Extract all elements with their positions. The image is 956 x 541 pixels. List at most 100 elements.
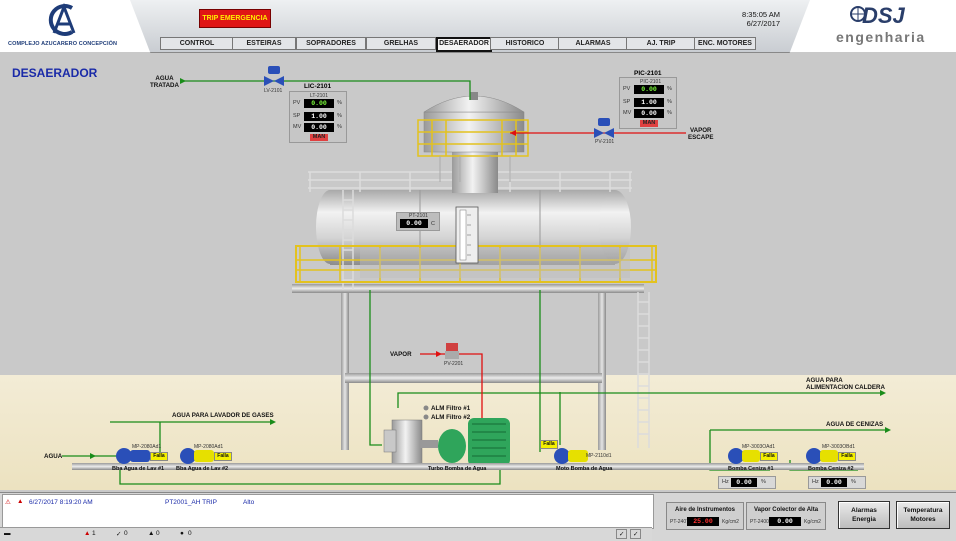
aire-title: Aire de Instrumentos — [674, 507, 735, 513]
alarm-row[interactable]: ⚠ ▲ 6/27/2017 8:19:20 AM PT2001_AH TRIP … — [3, 498, 653, 508]
falla-badge: Falla — [760, 452, 778, 461]
alarmas-energia-button[interactable]: Alarmas Energia — [838, 501, 890, 529]
process-diagram — [62, 66, 891, 485]
vapor-colector-box: Vapor Colector de Alta PT-2400 0.00 Kg/c… — [746, 502, 826, 530]
tab-grelhas[interactable]: GRELHAS — [366, 37, 436, 50]
clock-time: 8:35:05 AM — [742, 10, 780, 19]
tab-esteiras[interactable]: ESTEIRAS — [232, 37, 296, 50]
tag-mp2080b: MP-2080Ad1 — [194, 444, 224, 450]
ceniza1-value: 0.00 — [731, 478, 757, 487]
tank-temp-display: PT-2101 0.00 C — [396, 212, 440, 231]
ack-all-icon[interactable]: ✓ — [630, 529, 642, 539]
complejo-logo-text: COMPLEJO AZUCARERO CONCEPCIÓN — [8, 41, 118, 47]
status-flag-icon: ▲ — [148, 530, 155, 537]
ceniza1-readout: Hz 0.00 % — [718, 476, 776, 489]
label-bomba-ceniza2: Bomba Ceniza #2 — [808, 466, 854, 472]
status-count-3: 0 — [156, 530, 160, 537]
status-bar: ▬ ▲ 1 ✓ 0 ▲ 0 ● 0 ✓ ✓ — [0, 527, 652, 541]
header-bar: COMPLEJO AZUCARERO CONCEPCIÓN TRIP EMERG… — [0, 0, 956, 53]
aire-value: 25.00 — [687, 517, 719, 526]
clock: 8:35:05 AM 6/27/2017 — [710, 10, 780, 28]
platform-base — [292, 284, 644, 293]
tag-pv2101: PV-2101 — [595, 139, 615, 145]
dsj-subtitle: engenharia — [836, 29, 926, 45]
pic-mode-button[interactable]: MAN — [640, 120, 658, 127]
pic-pv: 0.00 — [634, 85, 664, 94]
falla-badge: Falla — [540, 440, 558, 449]
tank-temp-value: 0.00 — [400, 219, 428, 228]
tab-control[interactable]: CONTROL — [160, 37, 234, 50]
dsj-logo: DSJ engenharia — [828, 3, 948, 47]
ack-check-icon[interactable]: ✓ — [616, 529, 628, 539]
falla-badge: Falla — [150, 452, 168, 461]
deaerator-column — [452, 148, 498, 193]
tag-mp2080: MP-2080Ad1 — [132, 444, 162, 450]
falla-badge: Falla — [838, 452, 856, 461]
falla-badge: Falla — [214, 452, 232, 461]
lic-pv: 0.00 — [304, 99, 334, 108]
pump-lav2[interactable] — [180, 448, 214, 464]
pic-mv[interactable]: 0.00 — [634, 109, 664, 118]
label-alm-filtro1: ALM Filtro #1 — [431, 405, 471, 412]
label-agua-cenizas: AGUA DE CENIZAS — [826, 421, 884, 428]
pump-ceniza2[interactable] — [806, 448, 838, 464]
label-turbo-bomba: Turbo Bomba de Agua — [428, 466, 487, 472]
pump-lav1[interactable] — [116, 448, 150, 464]
valve-pv2201[interactable] — [445, 343, 459, 359]
pic-sp[interactable]: 1.00 — [634, 98, 664, 107]
status-count-2: 0 — [124, 530, 128, 537]
pump-moto[interactable] — [554, 448, 588, 464]
status-icon: ▬ — [4, 530, 11, 537]
status-count-1: 1 — [92, 530, 96, 537]
status-circle-icon: ● — [180, 530, 184, 537]
tab-enc-motores[interactable]: ENC. MOTORES — [694, 37, 756, 50]
tab-historico[interactable]: HISTORICO — [490, 37, 560, 50]
label-agua-tratada: AGUA TRATADA — [150, 75, 179, 89]
status-ack-icon: ✓ — [116, 531, 122, 538]
ca-logo-icon — [48, 3, 76, 36]
label-agua-lavador: AGUA PARA LAVADOR DE GASES — [172, 412, 274, 419]
status-count-4: 0 — [188, 530, 192, 537]
bell-icon: ▲ — [17, 498, 24, 505]
warning-icon: ⚠ — [5, 499, 11, 506]
status-alarm-icon: ▲ — [84, 530, 91, 537]
temperatura-motores-button[interactable]: Temperatura Motores — [896, 501, 950, 529]
pic-title: PIC-2101 — [634, 70, 662, 77]
pump-ceniza1[interactable] — [728, 448, 760, 464]
alarm-tag: PT2001_AH TRIP — [165, 499, 217, 506]
tab-sopradores[interactable]: SOPRADORES — [296, 37, 366, 50]
label-vapor-escape: VAPOR ESCAPE — [688, 127, 714, 141]
label-moto-bomba: Moto Bomba de Agua — [556, 466, 613, 472]
label-bomba-lav1: Bba Agua de Lav #1 — [112, 466, 165, 472]
pic-panel[interactable]: PIC-2101 PV 0.00 % SP 1.00 % MV 0.00 % M… — [619, 77, 677, 129]
tab-aj-trip[interactable]: AJ. TRIP — [626, 37, 696, 50]
ceniza2-value: 0.00 — [821, 478, 847, 487]
label-bomba-ceniza1: Bomba Ceniza #1 — [728, 466, 774, 472]
tab-desaerador[interactable]: DESAERADOR — [436, 37, 492, 52]
label-agua: AGUA — [44, 453, 63, 460]
lic-mode-button[interactable]: MAN — [310, 134, 328, 141]
tag-lv2101: LV-2101 — [264, 88, 283, 94]
tag-mp2110: MP-2110d1 — [586, 453, 612, 459]
lic-panel[interactable]: LT-2101 PV 0.00 % SP 1.00 % MV 0.00 % MA… — [289, 91, 347, 143]
lic-mv[interactable]: 0.00 — [304, 123, 334, 132]
lic-sp[interactable]: 1.00 — [304, 112, 334, 121]
clock-date: 6/27/2017 — [746, 19, 780, 28]
tag-mp3003a: MP-3003OAd1 — [742, 444, 776, 450]
tag-pv2201: PV-2201 — [444, 361, 464, 367]
valve-lv2101[interactable] — [264, 66, 284, 86]
alarm-date: 6/27/2017 8:19:20 AM — [29, 499, 93, 506]
alarm-state: Alto — [243, 499, 255, 506]
label-vapor: VAPOR — [390, 351, 412, 358]
dsj-brand: DSJ — [862, 3, 905, 28]
valve-pv2101[interactable] — [594, 118, 614, 138]
aire-instrumentos-box: Aire de Instrumentos PT-2407 25.00 Kg/cm… — [666, 502, 744, 530]
turbo-pump[interactable] — [383, 418, 510, 466]
support-leg — [598, 290, 606, 450]
vapor-colector-value: 0.00 — [769, 517, 801, 526]
support-leg — [341, 290, 349, 450]
trip-emergency-button[interactable]: TRIP EMERGENCIA — [199, 9, 271, 28]
alarm-list[interactable]: ⚠ ▲ 6/27/2017 8:19:20 AM PT2001_AH TRIP … — [2, 494, 654, 529]
tab-alarmas[interactable]: ALARMAS — [558, 37, 628, 50]
lic-title: LIC-2101 — [304, 83, 332, 90]
